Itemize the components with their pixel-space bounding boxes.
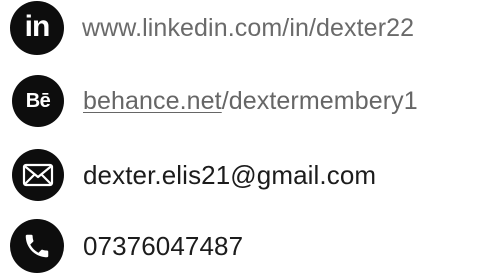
linkedin-row: in www.linkedin.com/in/dexter22 bbox=[10, 1, 414, 55]
behance-path: /dextermembery1 bbox=[221, 86, 418, 115]
behance-icon-glyph: Bē bbox=[25, 90, 51, 112]
envelope-icon-graphic bbox=[22, 163, 54, 187]
linkedin-icon-glyph: in bbox=[24, 10, 51, 43]
behance-url[interactable]: behance.net/dextermembery1 bbox=[83, 86, 418, 115]
email-address[interactable]: dexter.elis21@gmail.com bbox=[83, 162, 376, 188]
behance-icon: Bē bbox=[12, 75, 64, 127]
linkedin-icon: in bbox=[10, 1, 64, 55]
phone-icon bbox=[10, 219, 64, 273]
envelope-icon bbox=[12, 149, 64, 201]
email-row: dexter.elis21@gmail.com bbox=[10, 148, 376, 202]
behance-row: Bē behance.net/dextermembery1 bbox=[10, 74, 418, 128]
phone-row: 07376047487 bbox=[10, 219, 243, 273]
linkedin-url[interactable]: www.linkedin.com/in/dexter22 bbox=[82, 15, 414, 41]
behance-link[interactable]: behance.net bbox=[83, 87, 222, 115]
phone-icon-graphic bbox=[25, 234, 49, 258]
phone-number[interactable]: 07376047487 bbox=[83, 233, 243, 259]
